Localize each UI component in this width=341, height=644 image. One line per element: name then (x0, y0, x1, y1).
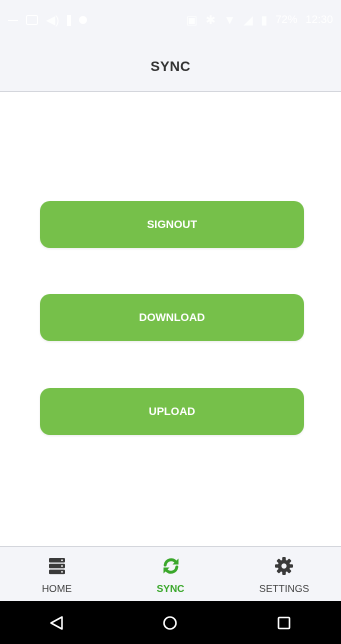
app-bar: SYNC (0, 40, 341, 92)
signout-button[interactable]: SIGNOUT (40, 201, 304, 248)
download-button-label: DOWNLOAD (139, 311, 205, 324)
status-right-icons: ▣ ✱ ▼ ◢ ▮ 72% 12:30 (186, 14, 333, 26)
back-triangle-icon[interactable] (37, 603, 77, 643)
sync-icon (161, 556, 181, 581)
sound-icon: ◀) (46, 13, 60, 27)
download-button[interactable]: DOWNLOAD (40, 294, 304, 341)
gear-icon (274, 556, 294, 581)
bluetooth-icon: ✱ (205, 13, 216, 27)
tab-settings[interactable]: SETTINGS (227, 547, 341, 601)
tab-sync[interactable]: SYNC (114, 547, 228, 601)
tab-home[interactable]: HOME (0, 547, 114, 601)
upload-button-label: UPLOAD (148, 405, 196, 418)
tab-settings-label: SETTINGS (259, 584, 310, 595)
server-icon (47, 556, 67, 581)
message-icon (26, 15, 38, 25)
notification-dash-icon (8, 19, 18, 21)
wifi-icon: ▼ (223, 13, 236, 27)
upload-button[interactable]: UPLOAD (40, 388, 304, 435)
status-bar: ◀) ▣ ✱ ▼ ◢ ▮ 72% 12:30 (0, 0, 341, 40)
signout-button-label: SIGNOUT (146, 218, 198, 231)
status-left-icons: ◀) (8, 13, 88, 27)
battery-icon: ▮ (260, 13, 268, 27)
tab-sync-label: SYNC (156, 584, 185, 595)
page-title: SYNC (150, 57, 191, 74)
system-nav-bar (0, 601, 341, 644)
sim-icon (67, 14, 72, 26)
battery-percent: 72% (275, 14, 298, 26)
app-notification-icon (79, 16, 88, 24)
clock: 12:30 (305, 14, 333, 26)
bottom-tab-bar: HOME SYNC SETTINGS (0, 546, 341, 601)
home-circle-icon[interactable] (150, 603, 190, 643)
recents-square-icon[interactable] (264, 603, 304, 643)
signal-icon: ◢ (243, 13, 253, 27)
tab-home-label: HOME (41, 584, 72, 595)
nfc-icon: ▣ (186, 13, 198, 27)
